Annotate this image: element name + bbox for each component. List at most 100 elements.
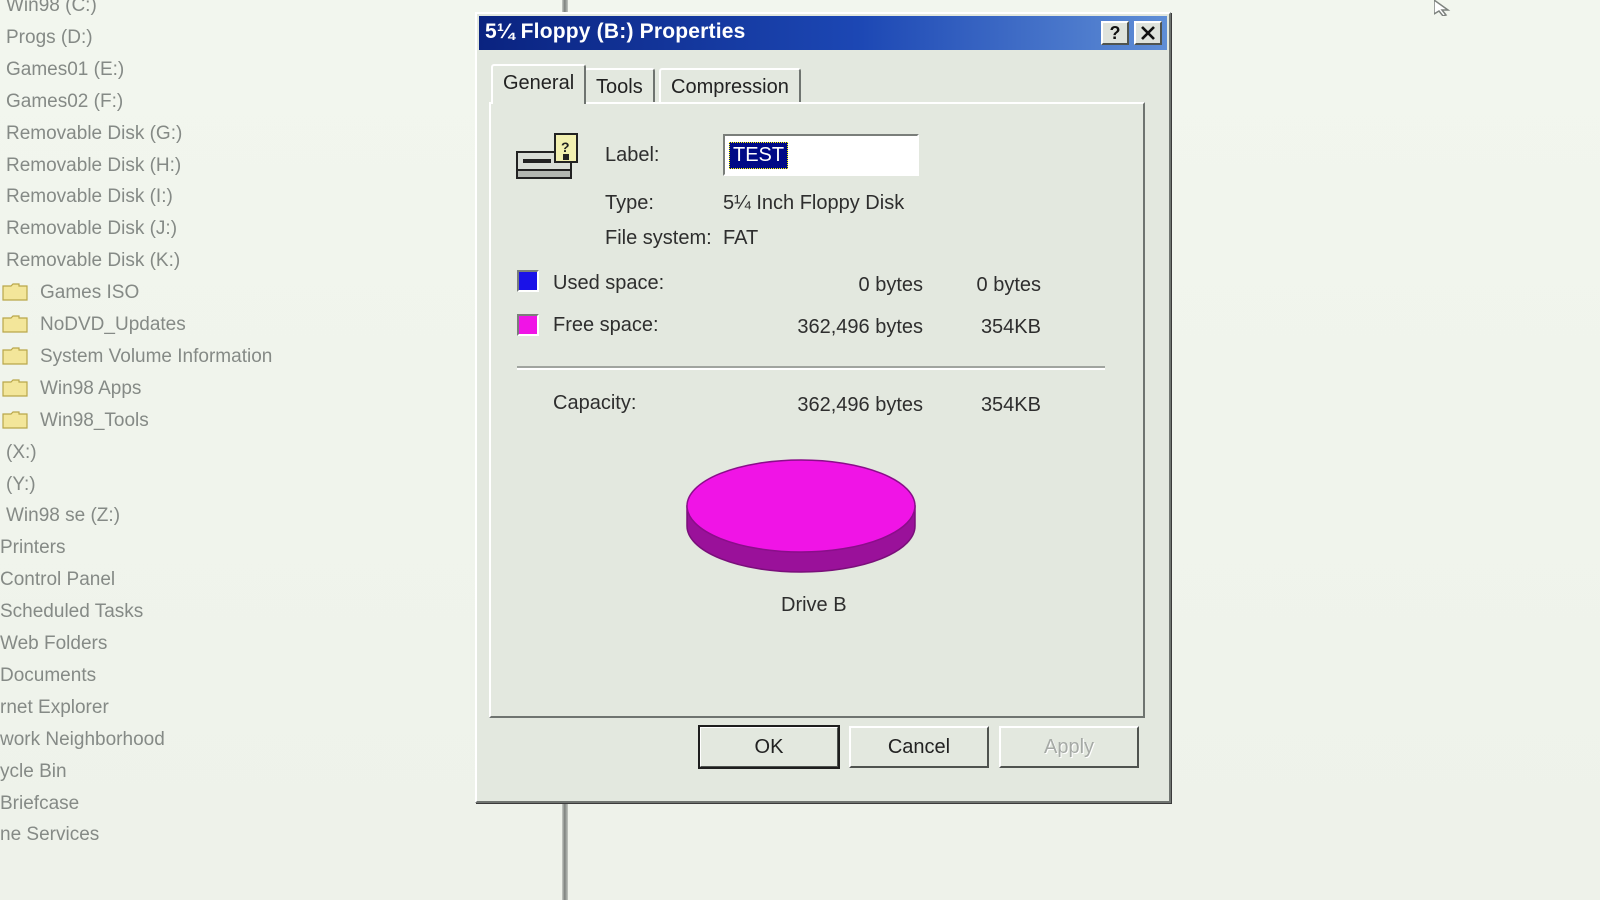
cancel-button[interactable]: Cancel [849,726,989,768]
tree-item-label: ycle Bin [0,760,67,782]
tree-item-label: System Volume Information [40,345,273,367]
tree-item-label: Control Panel [0,569,116,591]
tree-item[interactable]: Scheduled Tasks [0,598,143,626]
apply-button[interactable]: Apply [999,726,1139,768]
tree-item-label: Printers [0,537,66,559]
tree-item[interactable]: Progs (D:) [6,24,93,52]
tree-item-label: rnet Explorer [0,696,109,718]
tree-item[interactable]: (X:) [6,439,37,467]
tree-item[interactable]: (Y:) [6,471,36,499]
tree-item-label: Win98 (C:) [6,0,97,16]
tree-item[interactable]: Web Folders [0,630,107,658]
tab-compression[interactable]: Compression [659,68,801,104]
free-space-bytes: 362,496 bytes [797,316,923,338]
file-system-caption: File system: [605,227,712,249]
label-caption: Label: [605,144,660,166]
tree-item[interactable]: Win98 se (Z:) [6,502,120,530]
drive-properties-dialog: 5¼ Floppy (B:) Properties ? General Tool… [475,12,1171,803]
tree-item-label: Briefcase [0,792,80,814]
tree-item-label: NoDVD_Updates [40,314,186,335]
folder-icon [2,282,28,301]
tree-item[interactable]: Documents [0,662,96,690]
tree-item[interactable]: Removable Disk (K:) [6,247,180,275]
tree-item[interactable]: Win98 Apps [2,375,141,403]
tree-item-label: Documents [0,664,97,686]
used-space-swatch [517,270,539,292]
free-space-caption: Free space: [553,314,659,336]
volume-label-field[interactable]: TEST [723,134,919,176]
tree-item-label: Removable Disk (I:) [6,186,173,208]
used-space-short: 0 bytes [976,274,1041,296]
folder-icon [2,314,28,333]
tree-item-label: Web Folders [0,633,108,654]
tree-item[interactable]: NoDVD_Updates [2,311,186,339]
used-space-bytes: 0 bytes [858,274,923,296]
used-space-caption: Used space: [553,272,665,294]
tree-item[interactable]: Games02 (F:) [6,88,123,116]
tree-item-label: Progs (D:) [6,26,93,48]
tree-item[interactable]: Control Panel [0,566,115,594]
dialog-title: 5¼ Floppy (B:) Properties [485,20,746,43]
help-button[interactable]: ? [1101,21,1129,45]
tree-item[interactable]: Briefcase [0,790,79,818]
tree-item[interactable]: Removable Disk (G:) [6,120,182,148]
folder-icon [2,346,28,365]
mouse-cursor-icon [1434,0,1451,16]
disk-usage-pie-chart [686,459,916,573]
tree-item[interactable]: Removable Disk (J:) [6,215,177,243]
tree-item[interactable]: Win98 (C:) [6,0,97,20]
free-space-swatch [517,314,539,336]
tree-item-label: work Neighborhood [0,728,165,750]
capacity-bytes: 362,496 bytes [797,394,923,416]
capacity-caption: Capacity: [553,392,637,414]
folder-icon [2,378,28,397]
type-caption: Type: [605,192,654,214]
dialog-titlebar[interactable]: 5¼ Floppy (B:) Properties ? [479,16,1167,50]
tab-general[interactable]: General [491,64,587,104]
tree-item-label: Win98 Apps [40,377,142,399]
tree-item-label: (X:) [6,441,37,463]
tree-item-label: Scheduled Tasks [0,601,144,623]
tree-item[interactable]: Games ISO [2,279,139,307]
drive-caption: Drive B [781,594,847,616]
type-value: 5¼ Inch Floppy Disk [723,192,905,214]
tree-item-label: Games ISO [40,282,140,304]
capacity-short: 354KB [980,394,1041,416]
tree-item-label: Removable Disk (G:) [6,122,183,144]
file-system-value: FAT [723,227,759,249]
tab-tools-label: Tools [596,76,643,98]
separator-line [517,366,1105,370]
tree-item-label: Win98 se (Z:) [6,505,121,527]
volume-label-value: TEST [729,142,789,169]
tab-tools[interactable]: Tools [584,68,655,104]
tree-item[interactable]: Printers [0,534,65,562]
tree-item-label: ne Services [0,824,100,846]
tree-item-label: Removable Disk (J:) [6,218,178,240]
tree-item[interactable]: Removable Disk (I:) [6,183,173,211]
tree-item[interactable]: Games01 (E:) [6,56,124,84]
tree-item-label: Removable Disk (H:) [6,154,182,176]
tree-item[interactable]: rnet Explorer [0,694,109,722]
tree-item-label: (Y:) [6,473,36,495]
tree-item[interactable]: ycle Bin [0,758,67,786]
folder-icon [2,410,28,429]
tree-item[interactable]: work Neighborhood [0,726,165,754]
tree-item-label: Games02 (F:) [6,90,124,112]
free-space-short: 354KB [980,316,1041,338]
svg-text:?: ? [561,139,570,155]
tree-item-label: Removable Disk (K:) [6,250,181,272]
pie-free-space-slice [686,459,916,553]
close-icon [1141,26,1155,40]
tree-item-label: Games01 (E:) [6,58,125,80]
tab-general-label: General [503,72,575,94]
general-tab-panel: ? Label: TEST Type: 5¼ Inch Floppy Disk … [489,102,1145,718]
tree-item-label: Win98_Tools [40,409,149,431]
ok-button[interactable]: OK [698,725,840,769]
tree-item[interactable]: Win98_Tools [2,407,149,435]
tree-item[interactable]: Removable Disk (H:) [6,152,181,180]
tab-compression-label: Compression [671,76,789,98]
tree-item[interactable]: ne Services [0,821,99,849]
close-button[interactable] [1134,21,1162,45]
tree-item[interactable]: System Volume Information [2,343,272,371]
floppy-drive-icon: ? [516,133,578,179]
